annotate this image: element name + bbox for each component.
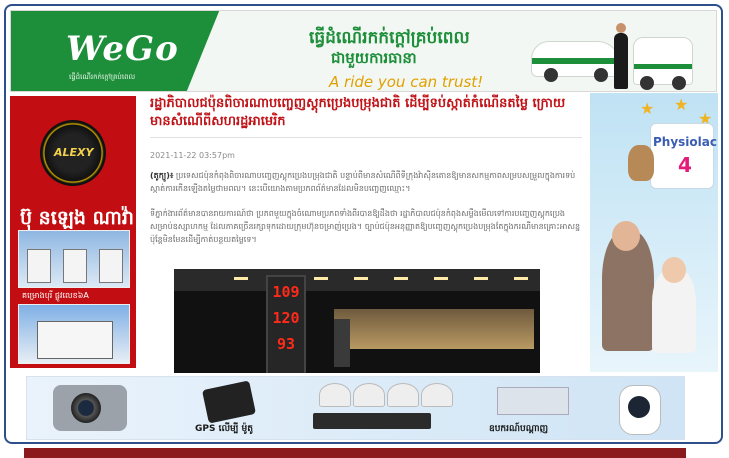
article-date: 2021-11-22 03:57pm: [150, 151, 235, 160]
paragraph-1-text: ប្រទេសជប៉ុនកំពុងពិចារណាបញ្ចេញស្តុកប្រេងប…: [150, 171, 576, 193]
top-banner-ad[interactable]: WeGo ធ្វើដំណើរកក់ក្ដៅគ្រប់ពេល ធ្វើដំណើរក…: [10, 10, 717, 92]
cctv-camera-icon: [319, 383, 351, 407]
banner-slogan: A ride you can trust!: [329, 73, 484, 91]
star-icon: ★: [674, 95, 689, 114]
network-device-image: [497, 387, 569, 415]
mother-face: [612, 221, 640, 251]
driver-image: [614, 23, 628, 89]
price-digit: 120: [272, 309, 300, 327]
brand-tagline: ធ្វើដំណើរកក់ក្ដៅគ្រប់ពេល: [69, 73, 136, 81]
article-photo: 109 120 93: [174, 269, 540, 373]
product-stage: 4: [678, 153, 692, 177]
network-label: ឧបករណ៍បណ្ដាញ: [489, 424, 549, 434]
right-sidebar-ad[interactable]: ★ ★ ★ Physiolac 4: [590, 93, 718, 372]
dvr-recorder-image: [313, 413, 431, 429]
child-face: [662, 257, 686, 283]
brand-logo: WeGo: [66, 29, 179, 69]
bottom-banner-ad[interactable]: GPS លេីម្បី ម៉ូតូ ឧបករណ៍បណ្ដាញ: [26, 376, 685, 440]
banner-khmer-line2: ជាមួយការធានា: [331, 49, 417, 67]
fuel-pump: [334, 319, 350, 367]
wifi-camera-image: [619, 385, 661, 435]
banner-divider: [178, 11, 284, 91]
article-title[interactable]: រដ្ឋាភិបាលជប៉ុនពិចារណាបញ្ចេញស្តុកប្រេងបម…: [150, 95, 582, 131]
car-image: [531, 41, 621, 82]
price-digit: 93: [276, 335, 296, 353]
dashcam-image: [53, 385, 127, 431]
left-ad-subtext: គម្រោងបុរី ផ្លូវលេខ៦A: [22, 291, 89, 300]
divider: [150, 137, 582, 138]
star-icon: ★: [640, 99, 655, 118]
cctv-camera-icon: [387, 383, 419, 407]
article-paragraph-1: (តូក្យូ)៖ ប្រទេសជប៉ុនកំពុងពិចារណាបញ្ចេញស…: [150, 169, 582, 195]
gps-label: GPS លេីម្បី ម៉ូតូ: [195, 424, 253, 434]
teddy-bear-image: [628, 145, 654, 181]
footer-bar: [24, 448, 686, 458]
article-paragraph-2: ទីភ្នាក់ងារព័ត៌មានបានរាយការណ៍ថា ប្រភពមួយ…: [150, 209, 581, 244]
cctv-camera-icon: [353, 383, 385, 407]
article: រដ្ឋាភិបាលជប៉ុនពិចារណាបញ្ចេញស្តុកប្រេងបម…: [150, 93, 583, 373]
tuktuk-image: [633, 37, 693, 90]
cctv-camera-icon: [421, 383, 453, 407]
left-sidebar-ad[interactable]: ALEXY ប៊ុ នឡេង ណាវ៉ាត្រា គម្រោងបុរី ផ្លូ…: [10, 96, 136, 368]
fuel-price-sign: 109 120 93: [266, 275, 306, 373]
product-brand: Physiolac: [653, 135, 717, 149]
price-digit: 109: [272, 283, 300, 301]
gps-tracker-image: [201, 380, 257, 424]
logo-text: ALEXY: [54, 146, 94, 159]
house-image: [18, 230, 130, 288]
article-source: (តូក្យូ)៖: [150, 171, 174, 180]
house-image-2: [18, 304, 130, 364]
